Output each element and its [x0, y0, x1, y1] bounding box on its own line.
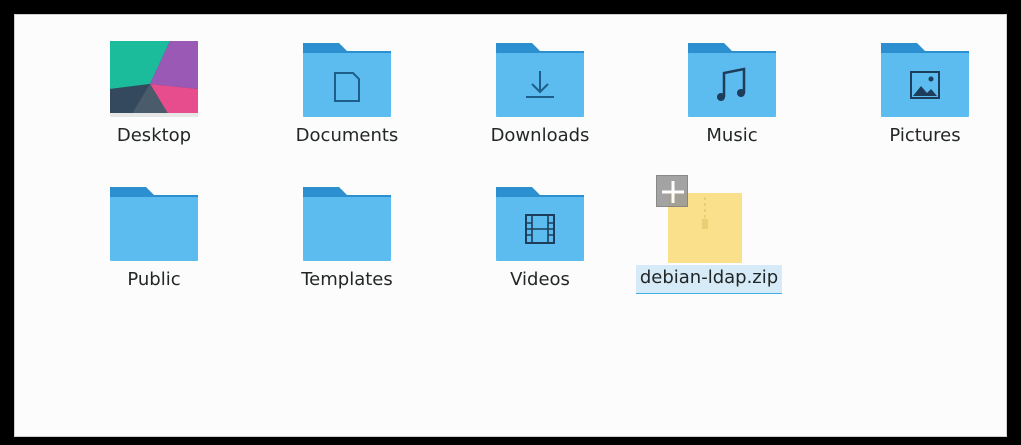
music-folder-icon — [688, 39, 776, 119]
file-item-documents[interactable]: Documents — [267, 15, 427, 155]
file-item-music[interactable]: Music — [652, 15, 812, 155]
file-item-debian-ldap-zip[interactable]: debian-ldap.zip — [624, 159, 784, 299]
add-selection-button[interactable] — [656, 175, 688, 207]
file-label: Pictures — [889, 125, 961, 146]
file-label: Videos — [510, 269, 570, 290]
file-label: Public — [127, 269, 181, 290]
folder-icon — [110, 183, 198, 263]
videos-folder-icon — [496, 183, 584, 263]
file-item-desktop[interactable]: Desktop — [74, 15, 234, 155]
file-label: Templates — [301, 269, 393, 290]
pictures-folder-icon — [881, 39, 969, 119]
file-label: debian-ldap.zip — [635, 265, 783, 294]
downloads-folder-icon — [496, 39, 584, 119]
file-label: Desktop — [116, 125, 192, 146]
file-label: Music — [706, 125, 758, 146]
file-item-public[interactable]: Public — [74, 159, 234, 299]
desktop-wallpaper-icon — [110, 39, 198, 119]
file-item-downloads[interactable]: Downloads — [460, 15, 620, 155]
file-item-templates[interactable]: Templates — [267, 159, 427, 299]
folder-icon — [303, 183, 391, 263]
file-item-pictures[interactable]: Pictures — [845, 15, 1005, 155]
file-manager-view: Desktop Documents Downloads Music Pictur… — [14, 14, 1007, 437]
file-item-videos[interactable]: Videos — [460, 159, 620, 299]
selected-file-label-wrap: debian-ldap.zip — [624, 265, 794, 294]
documents-folder-icon — [303, 39, 391, 119]
file-label: Downloads — [490, 125, 590, 146]
file-label: Documents — [295, 125, 399, 146]
